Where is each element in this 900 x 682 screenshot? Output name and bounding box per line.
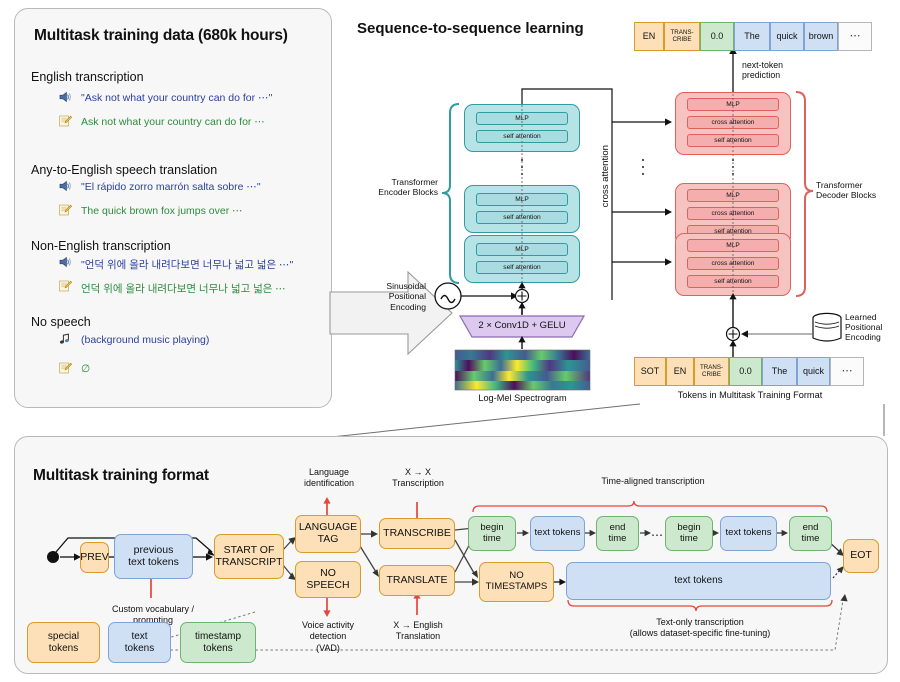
begin-line2: time [483, 532, 501, 544]
flow-box-begin-time-1[interactable]: begin time [468, 516, 516, 551]
flow-box-translate[interactable]: TRANSLATE [379, 565, 455, 596]
legend-special-tokens: special tokens [27, 622, 100, 663]
legend-text-line1: text [131, 631, 148, 643]
flow-box-language-tag[interactable]: LANGUAGE TAG [295, 515, 361, 553]
flow-box-prev[interactable]: PREV [80, 542, 109, 573]
flow-box-start-of-transcript[interactable]: START OF TRANSCRIPT [214, 534, 284, 579]
annotation-x-to-x-transcription: X → X Transcription [378, 467, 458, 490]
legend-time-line1: timestamp [194, 631, 242, 643]
flow-box-transcribe[interactable]: TRANSCRIBE [379, 518, 455, 549]
prev-tokens-line1: previous [133, 543, 174, 556]
xtoen-line2: Translation [395, 631, 441, 642]
end2-line2: time [801, 532, 820, 544]
flow-box-text-tokens-long[interactable]: text tokens [566, 562, 831, 600]
flow-box-end-time-2[interactable]: end time [789, 516, 832, 551]
langid-line1: Language [308, 467, 350, 477]
legend-text-tokens: text tokens [108, 622, 171, 663]
end2-line1: end [802, 521, 819, 533]
annotation-text-only-transcription: Text-only transcription (allows dataset-… [590, 617, 810, 640]
nospeech-line1: NO [320, 566, 336, 579]
textonly-line2: (allows dataset-specific fine-tuning) [629, 628, 771, 639]
flow-box-no-timestamps[interactable]: NO TIMESTAMPS [479, 562, 554, 602]
flow-box-eot[interactable]: EOT [843, 539, 879, 573]
begin-line1: begin [480, 521, 504, 533]
langtag-line2: TAG [317, 533, 339, 545]
flow-box-previous-text-tokens[interactable]: previous text tokens [114, 534, 193, 579]
legend-time-line2: tokens [203, 642, 233, 654]
vad-line3: (VAD) [316, 642, 340, 653]
vocab-line1: Custom vocabulary / [111, 604, 195, 614]
xtox-line1: X → X [404, 467, 431, 477]
legend-special-line1: special [47, 631, 80, 643]
begin2-line2: time [680, 532, 698, 544]
legend-text-line2: tokens [124, 642, 155, 654]
flow-box-text-tokens-2[interactable]: text tokens [720, 516, 777, 551]
legend-timestamp-tokens: timestamp tokens [180, 622, 256, 663]
vad-line2: detection [309, 631, 347, 642]
sot-line2: TRANSCRIPT [215, 555, 283, 568]
annotation-x-to-english-translation: X → English Translation [375, 620, 461, 643]
langid-line2: identification [303, 478, 355, 489]
end-line2: time [608, 532, 627, 544]
xtox-line2: Transcription [392, 478, 444, 489]
begin2-line1: begin [677, 521, 701, 533]
annotation-time-aligned-transcription: Time-aligned transcription [601, 476, 705, 486]
flow-box-end-time-1[interactable]: end time [596, 516, 639, 551]
sot-line1: START OF [223, 543, 275, 556]
flow-box-text-tokens-1[interactable]: text tokens [530, 516, 585, 551]
flow-box-no-speech[interactable]: NO SPEECH [295, 561, 361, 598]
annotation-voice-activity-detection: Voice activity detection (VAD) [288, 620, 368, 654]
nots-line2: TIMESTAMPS [485, 581, 548, 592]
annotation-language-identification: Language identification [288, 467, 370, 490]
end-line1: end [609, 521, 626, 533]
nospeech-line2: SPEECH [306, 578, 350, 591]
xtoen-line1: X → English [393, 620, 443, 630]
vad-line1: Voice activity [301, 620, 355, 630]
textonly-line1: Text-only transcription [656, 617, 744, 627]
prev-tokens-line2: text tokens [128, 555, 179, 568]
flow-box-begin-time-2[interactable]: begin time [665, 516, 713, 551]
legend-special-line2: tokens [48, 642, 79, 654]
